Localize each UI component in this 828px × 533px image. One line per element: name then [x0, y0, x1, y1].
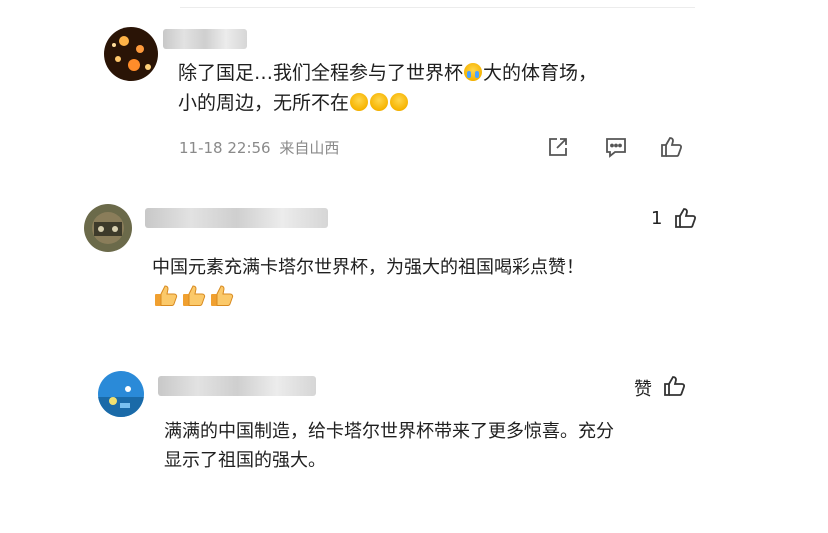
avatar[interactable]: [84, 204, 132, 252]
username[interactable]: [145, 208, 328, 228]
thumbs-up-emoji-icon: [183, 285, 206, 306]
comment-text-part: 满满的中国制造，给卡塔尔世界杯带来了更多惊喜。充分: [164, 421, 614, 442]
divider-line: [180, 7, 695, 8]
crying-emoji-icon: [464, 63, 483, 81]
thumbs-up-emoji-icon: [155, 285, 178, 306]
thumbs-up-icon[interactable]: [659, 134, 685, 160]
comment-text-part: 显示了祖国的强大。: [164, 449, 326, 471]
location: 来自山西: [279, 139, 340, 157]
laughing-emoji-icon: [390, 93, 409, 112]
thumbs-up-emoji-icon: [211, 285, 234, 306]
reply-icon[interactable]: [603, 134, 629, 160]
username[interactable]: [163, 29, 247, 49]
comment-text: 满满的中国制造，给卡塔尔世界杯带来了更多惊喜。充分 显示了祖国的强大。: [164, 418, 614, 476]
like-count: 1: [651, 208, 663, 229]
like-label: 赞: [634, 379, 652, 400]
avatar[interactable]: [98, 371, 144, 417]
comment-meta: 11-18 22:56 来自山西: [179, 137, 339, 158]
comment-text-part: 除了国足…我们全程参与了世界杯: [178, 62, 464, 84]
comment-text: 中国元素充满卡塔尔世界杯，为强大的祖国喝彩点赞！: [152, 257, 584, 278]
laughing-emoji-icon: [370, 93, 389, 112]
comment-text-part: 大的体育场，: [483, 62, 598, 84]
thumbs-up-icon[interactable]: [673, 205, 699, 231]
username[interactable]: [158, 376, 316, 396]
emoji-row: [153, 283, 237, 309]
laughing-emoji-icon: [350, 93, 369, 112]
comment-text: 除了国足…我们全程参与了世界杯 大的体育场， 小的周边，无所不在: [178, 58, 597, 119]
timestamp: 11-18 22:56: [179, 139, 271, 157]
share-icon[interactable]: [545, 134, 571, 160]
avatar[interactable]: [104, 27, 158, 81]
thumbs-up-icon[interactable]: [662, 373, 688, 399]
comment-text-part: 小的周边，无所不在: [178, 92, 350, 115]
